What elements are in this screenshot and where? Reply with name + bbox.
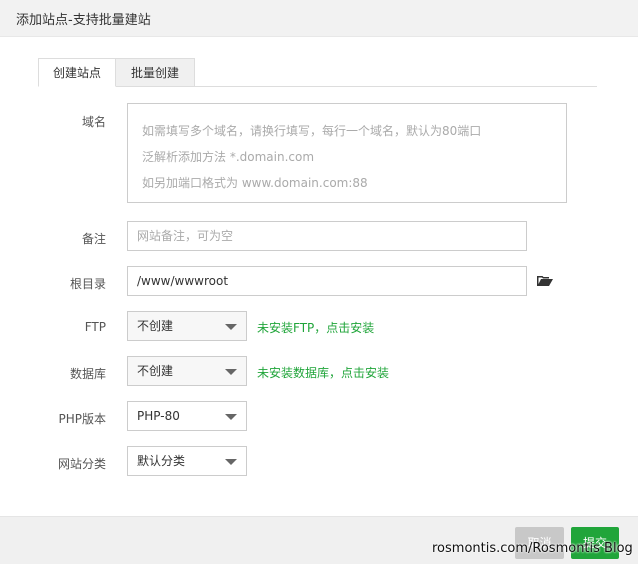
ftp-select[interactable]: 不创建 (127, 311, 247, 341)
root-dir-value: /www/wwwroot (137, 274, 229, 288)
caret-down-icon (225, 324, 237, 330)
database-select[interactable]: 不创建 (127, 356, 247, 386)
domain-textarea[interactable]: 如需填写多个域名，请换行填写，每行一个域名，默认为80端口 泛解析添加方法 *.… (127, 103, 567, 203)
tab-bar: 创建站点 批量创建 (38, 58, 597, 87)
dialog-titlebar: 添加站点-支持批量建站 (0, 0, 638, 37)
domain-label: 域名 (81, 115, 106, 129)
category-label: 网站分类 (57, 457, 106, 471)
database-install-link[interactable]: 未安装数据库，点击安装 (257, 364, 389, 381)
database-select-value: 不创建 (137, 364, 174, 378)
caret-down-icon (225, 369, 237, 375)
category-select[interactable]: 默认分类 (127, 446, 247, 476)
domain-placeholder-line: 如另加端口格式为 www.domain.com:88 (142, 176, 368, 190)
root-dir-label: 根目录 (69, 277, 106, 291)
domain-placeholder-line: 泛解析添加方法 *.domain.com (142, 150, 315, 164)
php-version-select[interactable]: PHP-80 (127, 401, 247, 431)
caret-down-icon (225, 459, 237, 465)
tab-batch-create[interactable]: 批量创建 (116, 58, 195, 87)
php-version-label: PHP版本 (58, 412, 107, 426)
domain-placeholder-line: 如需填写多个域名，请换行填写，每行一个域名，默认为80端口 (142, 124, 482, 138)
database-label: 数据库 (69, 367, 106, 381)
watermark: rosmontis.com/Rosmontis Blog (432, 541, 633, 556)
dialog-title: 添加站点-支持批量建站 (16, 13, 151, 28)
php-version-value: PHP-80 (137, 409, 180, 423)
ftp-label: FTP (84, 320, 106, 334)
folder-open-icon[interactable] (537, 275, 553, 287)
remark-label: 备注 (81, 232, 106, 246)
root-dir-input[interactable]: /www/wwwroot (127, 266, 527, 296)
caret-down-icon (225, 414, 237, 420)
remark-input[interactable]: 网站备注，可为空 (127, 221, 527, 251)
ftp-install-link[interactable]: 未安装FTP，点击安装 (257, 319, 374, 336)
ftp-select-value: 不创建 (137, 319, 174, 333)
tab-create-site[interactable]: 创建站点 (38, 58, 116, 87)
remark-placeholder: 网站备注，可为空 (137, 229, 234, 243)
category-value: 默认分类 (137, 454, 186, 468)
